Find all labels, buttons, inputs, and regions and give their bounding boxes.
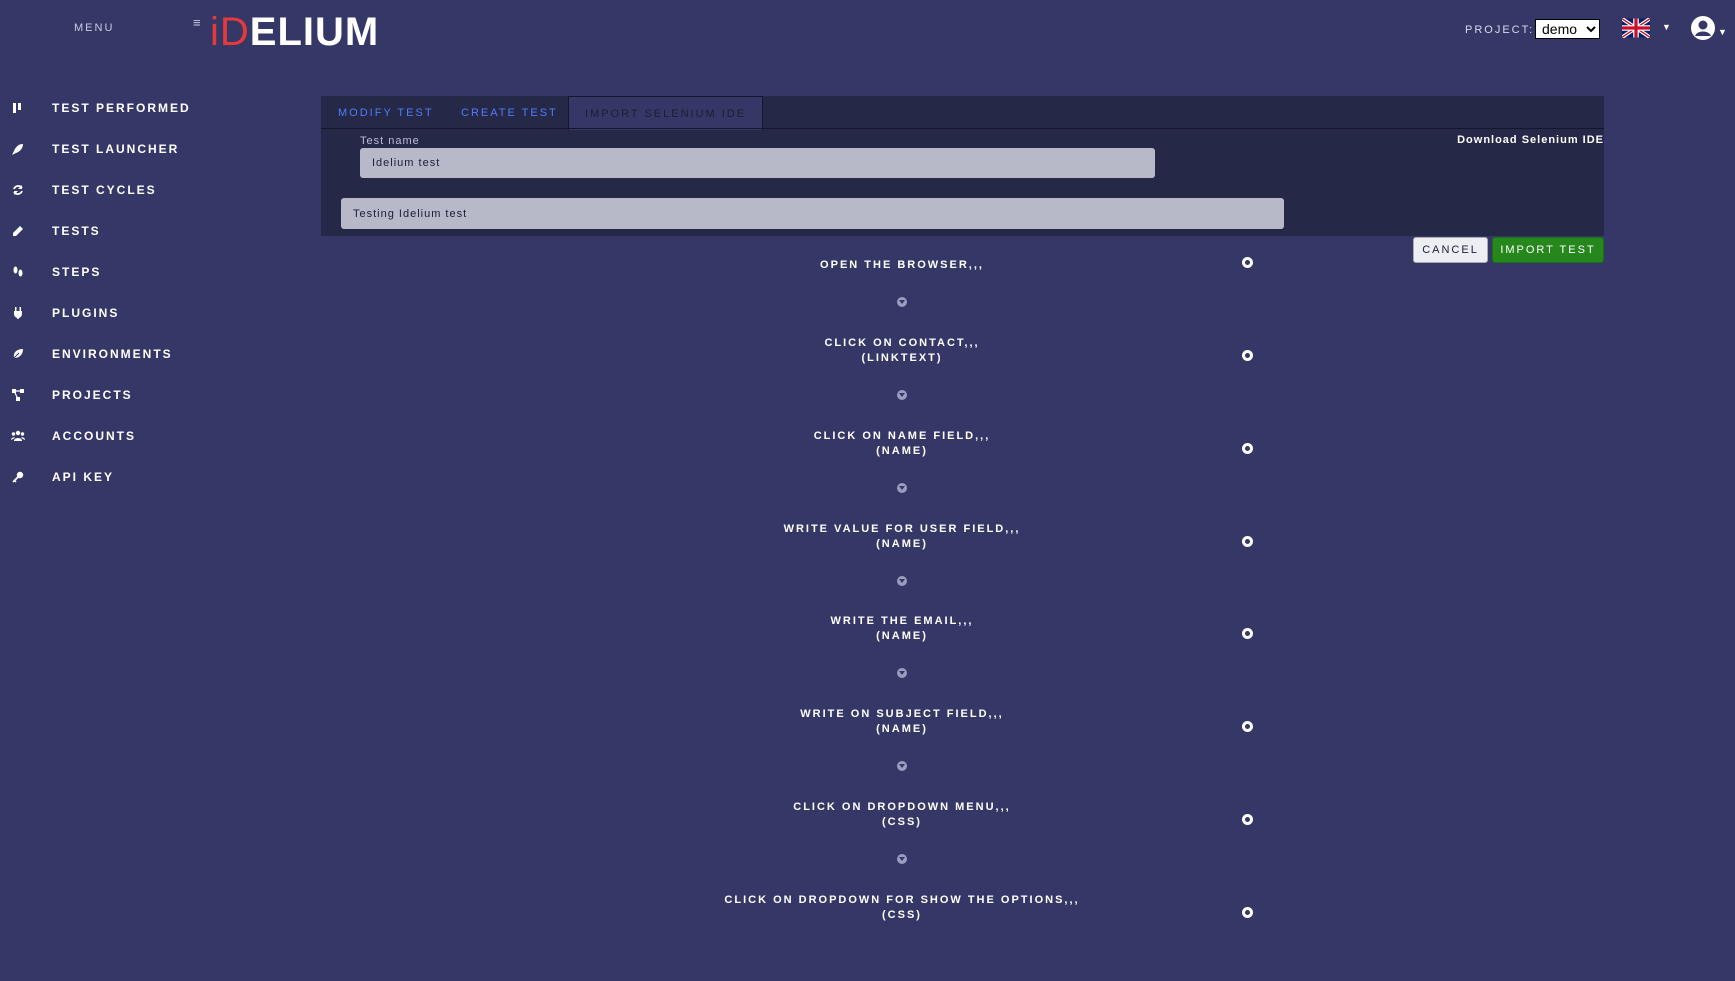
- sidebar-item-test-launcher[interactable]: TEST LAUNCHER: [10, 131, 250, 167]
- sidebar-item-label: PROJECTS: [52, 388, 133, 402]
- description-input[interactable]: [341, 198, 1284, 229]
- sidebar-item-label: STEPS: [52, 265, 102, 279]
- refresh-icon: [10, 182, 26, 198]
- step-title: WRITE ON SUBJECT FIELD,,,: [800, 708, 1004, 720]
- cancel-button[interactable]: CANCEL: [1413, 237, 1488, 263]
- step-title: CLICK ON DROPDOWN FOR SHOW THE OPTIONS,,…: [724, 894, 1080, 906]
- step-locator: (NAME): [876, 630, 928, 642]
- arrow-down-icon: [897, 576, 907, 586]
- step-item: WRITE THE EMAIL,,, (NAME): [700, 614, 1104, 644]
- remove-step-icon[interactable]: [1242, 536, 1253, 547]
- step-title: CLICK ON CONTACT,,,: [824, 337, 980, 349]
- remove-step-icon[interactable]: [1242, 907, 1253, 918]
- network-icon: [10, 387, 26, 403]
- pencil-icon: [10, 223, 26, 239]
- tab-import-selenium-ide[interactable]: IMPORT SELENIUM IDE: [568, 96, 764, 130]
- step-title: OPEN THE BROWSER,,,: [820, 259, 984, 271]
- logo-suffix: ELIUM: [249, 10, 380, 54]
- remove-step-icon[interactable]: [1242, 350, 1253, 361]
- user-circle-icon[interactable]: [1690, 15, 1716, 41]
- sidebar-item-label: API KEY: [52, 470, 115, 484]
- language-caret-icon[interactable]: ▼: [1662, 22, 1671, 32]
- step-item: WRITE VALUE FOR USER FIELD,,, (NAME): [700, 522, 1104, 552]
- import-panel: MODIFY TEST CREATE TEST IMPORT SELENIUM …: [321, 96, 1604, 236]
- sidebar-item-label: ACCOUNTS: [52, 429, 136, 443]
- step-item: OPEN THE BROWSER,,,: [700, 258, 1104, 273]
- test-name-input[interactable]: [360, 148, 1155, 178]
- footsteps-icon: [10, 264, 26, 280]
- step-locator: (LINKTEXT): [861, 352, 943, 364]
- step-title: CLICK ON NAME FIELD,,,: [813, 430, 991, 442]
- arrow-down-icon: [897, 854, 907, 864]
- sidebar-item-test-cycles[interactable]: TEST CYCLES: [10, 172, 250, 208]
- sidebar-item-accounts[interactable]: ACCOUNTS: [10, 418, 250, 454]
- step-locator: (CSS): [882, 816, 922, 828]
- step-locator: (NAME): [876, 723, 928, 735]
- tab-modify-test[interactable]: MODIFY TEST: [338, 96, 434, 129]
- step-item: WRITE ON SUBJECT FIELD,,, (NAME): [700, 707, 1104, 737]
- step-locator: (NAME): [876, 538, 928, 550]
- step-item: CLICK ON CONTACT,,, (LINKTEXT): [700, 336, 1104, 366]
- users-icon: [10, 428, 26, 444]
- sidebar-item-label: ENVIRONMENTS: [52, 347, 173, 361]
- leaf-icon: [10, 346, 26, 362]
- arrow-down-icon: [897, 297, 907, 307]
- project-label: PROJECT:: [1465, 24, 1535, 36]
- remove-step-icon[interactable]: [1242, 257, 1253, 268]
- rocket-icon: [10, 141, 26, 157]
- sidebar-item-label: TEST PERFORMED: [52, 101, 191, 115]
- step-locator: (NAME): [876, 445, 928, 457]
- step-locator: (CSS): [882, 909, 922, 921]
- plug-icon: [10, 305, 26, 321]
- user-caret-icon[interactable]: ▼: [1718, 27, 1727, 37]
- key-icon: [10, 469, 26, 485]
- chart-icon: [10, 100, 26, 116]
- step-title: CLICK ON DROPDOWN MENU,,,: [793, 801, 1011, 813]
- sidebar-item-label: TESTS: [52, 224, 101, 238]
- idelium-logo[interactable]: iDELIUM: [210, 10, 379, 54]
- step-item: CLICK ON DROPDOWN FOR SHOW THE OPTIONS,,…: [700, 893, 1104, 923]
- logo-prefix: iD: [210, 10, 250, 54]
- remove-step-icon[interactable]: [1242, 628, 1253, 639]
- import-test-button[interactable]: IMPORT TEST: [1492, 237, 1604, 263]
- tab-create-test[interactable]: CREATE TEST: [461, 96, 558, 129]
- test-name-label: Test name: [360, 135, 420, 147]
- remove-step-icon[interactable]: [1242, 814, 1253, 825]
- sidebar-item-test-performed[interactable]: TEST PERFORMED: [10, 90, 250, 126]
- remove-step-icon[interactable]: [1242, 443, 1253, 454]
- download-selenium-ide-link[interactable]: Download Selenium IDE: [1457, 134, 1604, 146]
- arrow-down-icon: [897, 668, 907, 678]
- step-item: CLICK ON DROPDOWN MENU,,, (CSS): [700, 800, 1104, 830]
- step-title: WRITE VALUE FOR USER FIELD,,,: [783, 523, 1021, 535]
- remove-step-icon[interactable]: [1242, 721, 1253, 732]
- tab-divider: [321, 128, 1604, 129]
- arrow-down-icon: [897, 483, 907, 493]
- arrow-down-icon: [897, 761, 907, 771]
- step-item: CLICK ON NAME FIELD,,, (NAME): [700, 429, 1104, 459]
- sidebar-item-steps[interactable]: STEPS: [10, 254, 250, 290]
- sidebar-item-label: TEST CYCLES: [52, 183, 157, 197]
- hamburger-menu-icon[interactable]: ≡: [193, 15, 201, 30]
- sidebar-item-projects[interactable]: PROJECTS: [10, 377, 250, 413]
- sidebar-item-plugins[interactable]: PLUGINS: [10, 295, 250, 331]
- project-select[interactable]: demo: [1535, 19, 1600, 39]
- step-title: WRITE THE EMAIL,,,: [830, 615, 974, 627]
- uk-flag-icon[interactable]: [1622, 18, 1650, 38]
- sidebar-item-label: TEST LAUNCHER: [52, 142, 180, 156]
- sidebar-item-environments[interactable]: ENVIRONMENTS: [10, 336, 250, 372]
- sidebar-item-label: PLUGINS: [52, 306, 120, 320]
- sidebar-item-api-key[interactable]: API KEY: [10, 459, 250, 495]
- menu-label: MENU: [74, 22, 115, 34]
- arrow-down-icon: [897, 390, 907, 400]
- sidebar-item-tests[interactable]: TESTS: [10, 213, 250, 249]
